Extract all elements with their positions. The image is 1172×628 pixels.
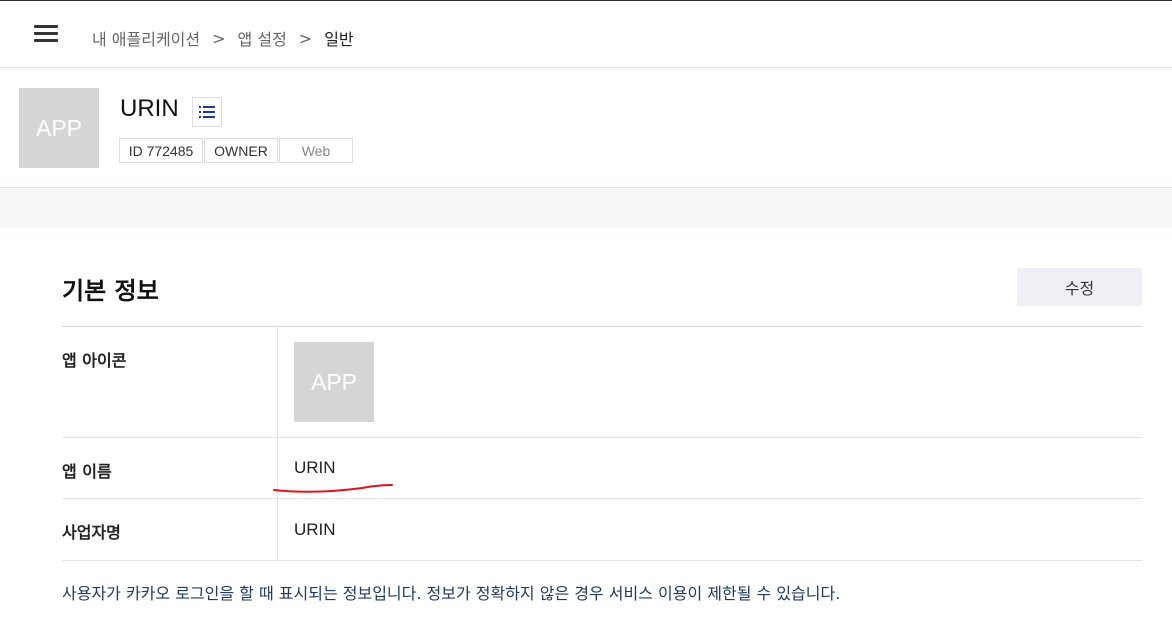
app-tags: ID 772485 OWNER Web	[119, 138, 354, 163]
hamburger-menu-icon[interactable]	[34, 25, 58, 43]
app-thumbnail: APP	[19, 88, 99, 168]
breadcrumb-my-apps[interactable]: 내 애플리케이션	[92, 26, 200, 50]
breadcrumb: 내 애플리케이션 > 앱 설정 > 일반	[92, 26, 354, 50]
table-row-business-name: 사업자명 URIN	[62, 499, 1142, 561]
breadcrumb-general: 일반	[324, 30, 354, 49]
table-row-app-name: 앱 이름 URIN	[62, 438, 1142, 499]
app-name-value: URIN	[294, 458, 336, 477]
app-icon-value: APP	[278, 327, 1142, 437]
app-name-label: 앱 이름	[62, 438, 278, 498]
list-icon[interactable]	[192, 97, 222, 127]
app-id-tag: ID 772485	[119, 138, 203, 163]
business-name-value: URIN	[294, 519, 336, 539]
app-icon-label: 앱 아이콘	[62, 327, 278, 437]
role-tag: OWNER	[204, 138, 278, 163]
app-icon-image: APP	[294, 342, 374, 422]
edit-button[interactable]: 수정	[1017, 268, 1142, 306]
app-title: URIN	[120, 95, 179, 122]
business-name-label: 사업자명	[62, 499, 278, 560]
breadcrumb-separator: >	[298, 28, 313, 48]
table-row-app-icon: 앱 아이콘 APP	[62, 327, 1142, 438]
section-divider-band	[0, 188, 1172, 228]
breadcrumb-separator: >	[212, 28, 226, 48]
platform-tag: Web	[279, 138, 353, 163]
breadcrumb-app-settings[interactable]: 앱 설정	[238, 26, 287, 50]
red-underline-annotation	[273, 484, 393, 493]
section-title: 기본 정보	[62, 277, 159, 305]
top-bar: 내 애플리케이션 > 앱 설정 > 일반	[0, 0, 1172, 68]
app-header: APP URIN ID 772485 OWNER Web	[0, 68, 1172, 188]
basic-info-table: 앱 아이콘 APP 앱 이름 URIN 사업자명 URIN	[62, 326, 1142, 561]
info-notice: 사용자가 카카오 로그인을 할 때 표시되는 정보입니다. 정보가 정확하지 않…	[62, 584, 841, 603]
